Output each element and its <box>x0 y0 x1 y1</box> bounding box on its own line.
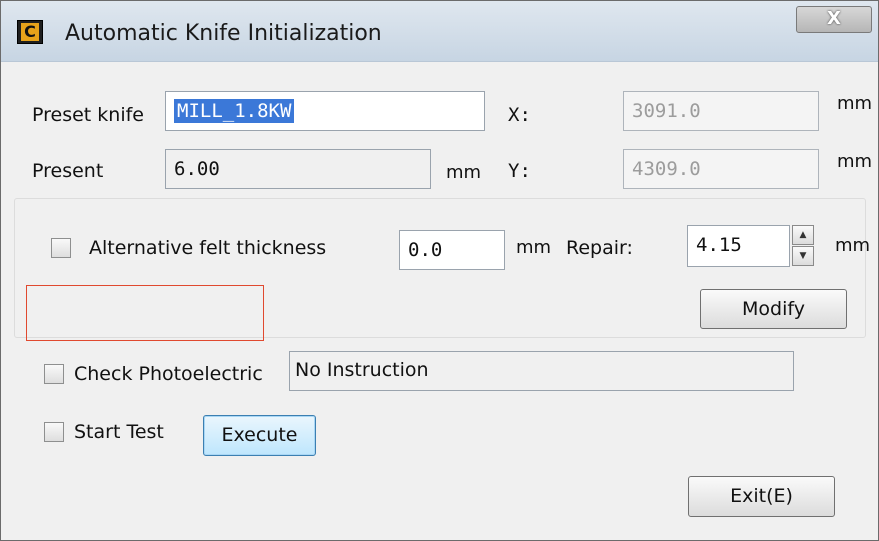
spin-down-icon[interactable]: ▼ <box>792 246 814 266</box>
close-button[interactable]: X <box>796 6 872 33</box>
app-icon-letter: C <box>21 23 39 41</box>
present-field: 6.00 <box>165 149 431 189</box>
repair-label: Repair: <box>566 237 633 259</box>
repair-unit: mm <box>835 235 871 256</box>
present-unit: mm <box>446 162 482 183</box>
check-photoelectric-label: Check Photoelectric <box>74 363 263 385</box>
modify-button[interactable]: Modify <box>700 289 847 329</box>
alt-felt-unit: mm <box>516 237 552 258</box>
start-test-checkbox[interactable] <box>44 422 64 442</box>
present-label: Present <box>32 160 104 182</box>
start-test-label: Start Test <box>74 421 164 443</box>
repair-input[interactable]: 4.15 <box>687 225 790 267</box>
window-title: Automatic Knife Initialization <box>65 21 382 46</box>
y-label: Y: <box>508 160 531 182</box>
alt-felt-label: Alternative felt thickness <box>89 237 327 259</box>
highlight-box <box>26 285 264 341</box>
alt-felt-input[interactable]: 0.0 <box>399 230 505 270</box>
x-unit: mm <box>837 93 873 114</box>
alt-felt-checkbox[interactable] <box>51 238 71 258</box>
spin-up-icon[interactable]: ▲ <box>792 225 814 245</box>
preset-knife-label: Preset knife <box>32 104 144 126</box>
x-field: 3091.0 <box>623 91 819 131</box>
preset-knife-value: MILL_1.8KW <box>174 99 295 123</box>
y-field: 4309.0 <box>623 149 819 189</box>
repair-spinner[interactable]: ▲ ▼ <box>792 225 814 267</box>
execute-button[interactable]: Execute <box>203 415 316 456</box>
x-label: X: <box>508 104 531 126</box>
dialog-window: C Automatic Knife Initialization X Prese… <box>0 0 879 541</box>
preset-knife-input[interactable]: MILL_1.8KW <box>165 91 485 131</box>
exit-button[interactable]: Exit(E) <box>688 476 835 517</box>
app-icon: C <box>17 20 43 44</box>
instruction-field: No Instruction <box>289 351 794 391</box>
title-bar[interactable]: C Automatic Knife Initialization X <box>1 1 878 62</box>
y-unit: mm <box>837 151 873 172</box>
check-photoelectric-checkbox[interactable] <box>44 364 64 384</box>
